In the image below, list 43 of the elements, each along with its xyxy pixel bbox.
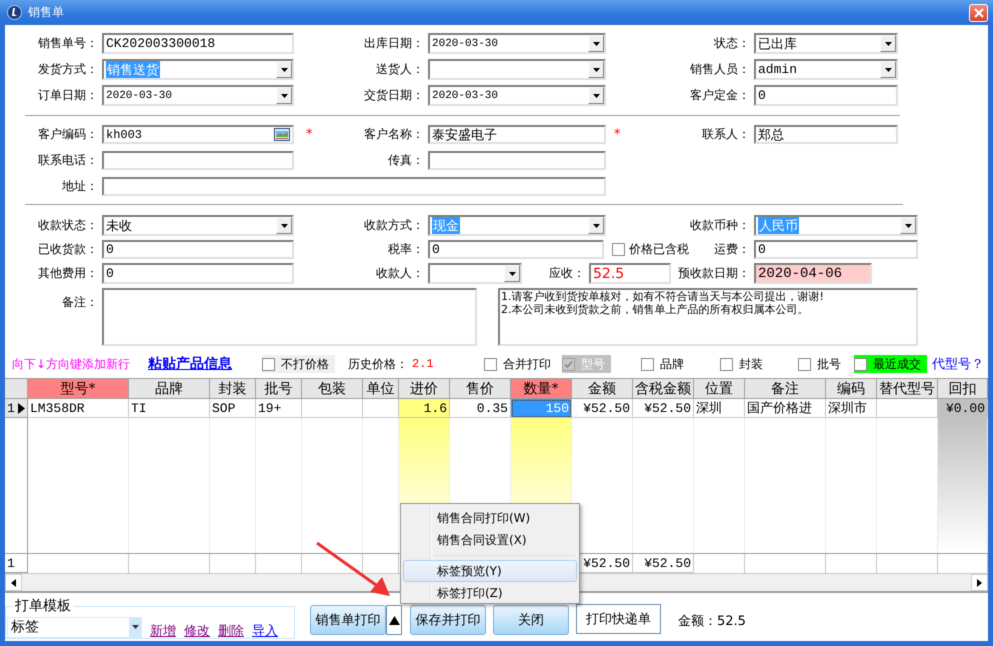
field-label: 其他费用： [37,265,98,282]
field-label: 销售单号： [37,35,98,52]
field-label: 送货人： [375,61,424,78]
field-label: 应收： [548,265,585,282]
field-label: 订单日期： [37,87,98,104]
field-label: 出库日期： [363,35,424,52]
field-label: 发货方式： [37,61,98,78]
hint-text: 向下↓方向键添加新行 [12,356,132,372]
group-title: 打单模板 [14,599,72,613]
field-label: 联系人： [701,126,750,143]
required-mark: * [613,127,622,142]
field-label: 收款人： [375,265,424,282]
required-mark: * [305,127,312,142]
field-label: 收款币种： [689,217,750,234]
checkbox-label: 不打价格 [281,356,329,372]
checkbox-label: 最近成交 [873,356,921,372]
checkbox-label: 价格已含税 [629,241,689,258]
field-label: 运费： [713,241,750,258]
checkbox-label: 品牌 [660,356,684,372]
field-label: 备注： [61,294,98,311]
field-label: 销售人员： [689,61,750,78]
row-header: 1 [5,554,28,573]
field-label: 交货日期： [363,87,424,104]
history-price-label: 历史价格： [348,356,409,372]
field-label: 客户名称： [363,126,424,143]
field-label: 税率： [387,241,424,258]
field-label: 收款状态： [37,217,98,234]
checkbox-label: 批号 [817,356,841,372]
checkbox-label: 合并打印 [503,356,551,372]
window-title: 销售单 [28,4,64,21]
field-label: 联系电话： [37,152,98,169]
field-label: 客户定金： [689,87,750,104]
field-label: 预收款日期： [677,265,750,282]
history-price-value: 2.1 [412,357,435,371]
field-label: 客户编码： [37,126,98,143]
field-label: 已收货款： [37,241,98,258]
total-amount: 金额：52.5 [678,613,746,630]
checkbox-label: 型号 [581,356,605,372]
field-label: 状态： [713,35,750,52]
field-label: 收款方式： [363,217,424,234]
field-label: 传真： [387,152,424,169]
field-label: 地址： [61,178,98,195]
checkbox-label: 封装 [739,356,763,372]
